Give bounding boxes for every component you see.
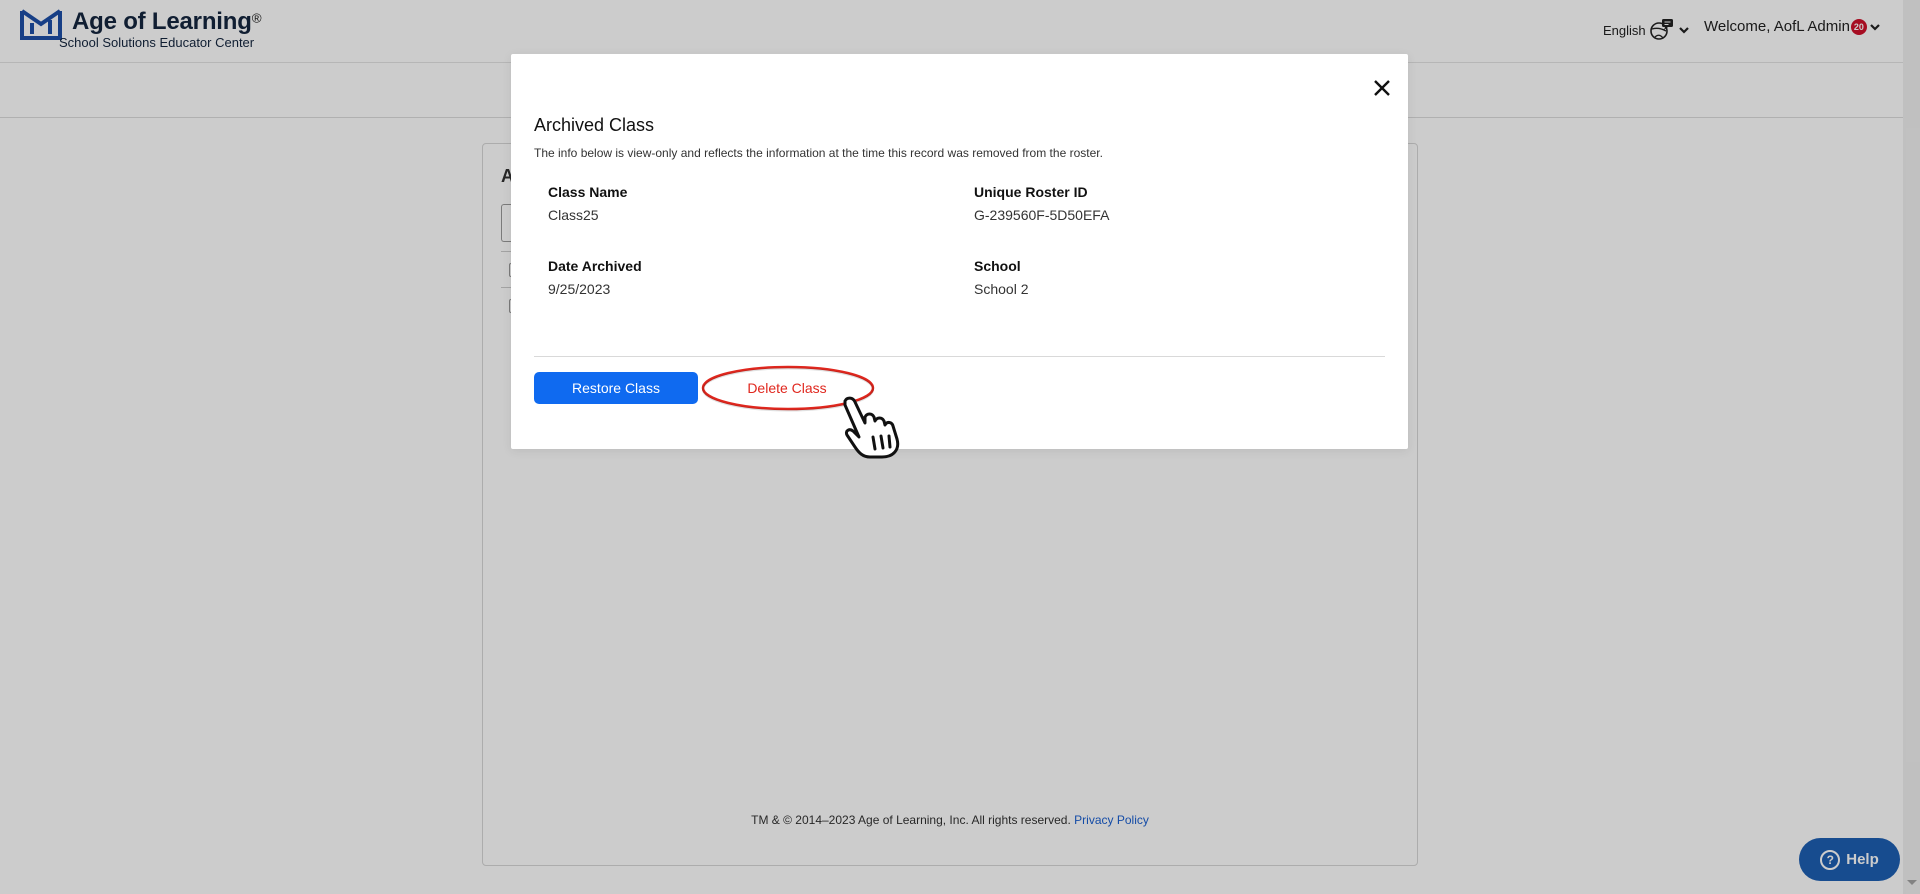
close-button[interactable] — [1365, 71, 1399, 105]
class-name-value: Class25 — [548, 207, 599, 223]
date-archived-value: 9/25/2023 — [548, 281, 611, 297]
class-name-label: Class Name — [548, 184, 628, 200]
dialog-description: The info below is view-only and reflects… — [534, 146, 1103, 160]
close-icon — [1374, 80, 1390, 96]
roster-id-label: Unique Roster ID — [974, 184, 1088, 200]
archived-class-dialog: Archived Class The info below is view-on… — [511, 54, 1408, 459]
delete-class-button[interactable]: Delete Class — [707, 372, 867, 404]
dialog-divider — [534, 356, 1385, 357]
school-value: School 2 — [974, 281, 1029, 297]
roster-id-value: G-239560F-5D50EFA — [974, 207, 1110, 223]
school-label: School — [974, 258, 1021, 274]
date-archived-label: Date Archived — [548, 258, 642, 274]
restore-class-button[interactable]: Restore Class — [534, 372, 698, 404]
dialog-title: Archived Class — [534, 115, 655, 135]
